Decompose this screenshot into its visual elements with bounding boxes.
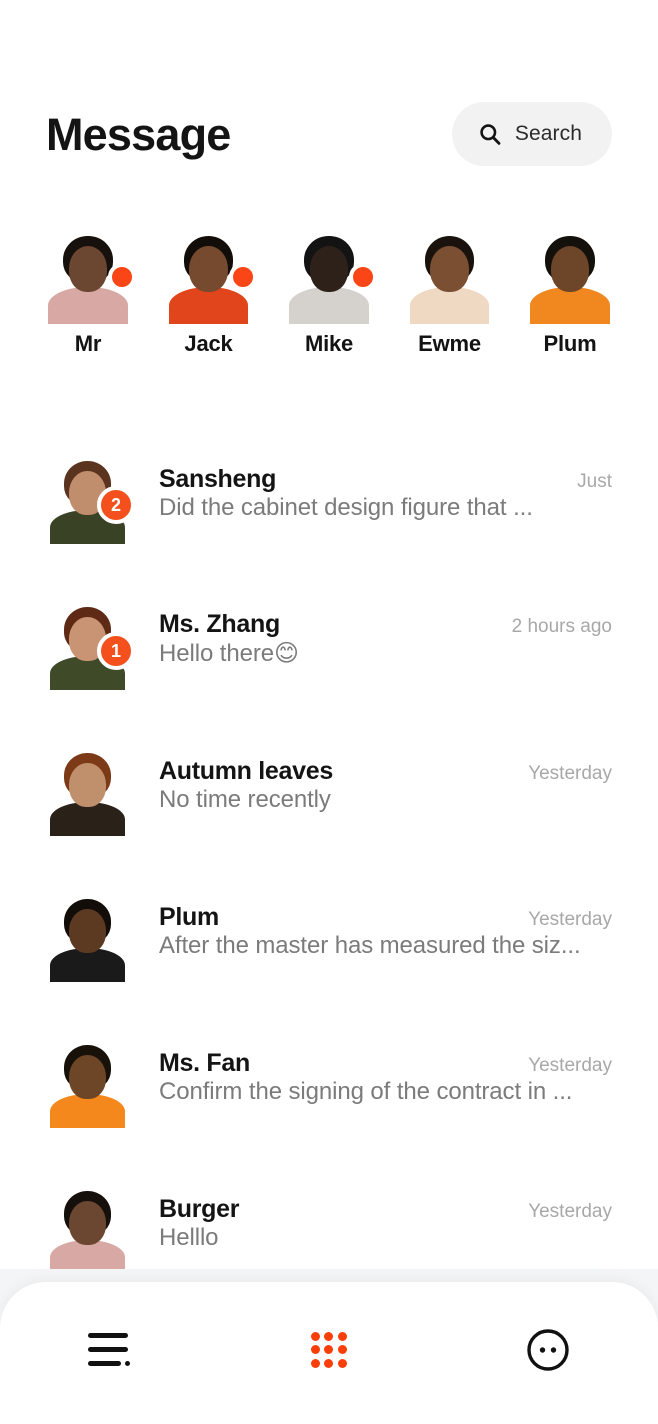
message-avatar-wrap bbox=[46, 1182, 129, 1275]
message-avatar-wrap: 1 bbox=[46, 598, 135, 691]
online-indicator bbox=[349, 263, 377, 291]
message-body: Ms. Zhang 2 hours ago Hello there😊 bbox=[159, 610, 612, 668]
message-avatar-wrap bbox=[46, 744, 129, 837]
stories-row: Mr Jack Mike Ewme Plum bbox=[0, 225, 658, 357]
contact-name: Ms. Fan bbox=[159, 1048, 250, 1077]
message-time: Yesterday bbox=[528, 762, 612, 784]
message-header: Sansheng Just bbox=[159, 465, 612, 494]
story-name: Jack bbox=[184, 331, 233, 356]
nav-item-apps[interactable] bbox=[219, 1320, 438, 1380]
contact-name: Plum bbox=[159, 902, 219, 931]
message-body: Burger Yesterday Helllo bbox=[159, 1195, 612, 1252]
message-preview: Helllo bbox=[159, 1223, 219, 1251]
story-name: Mike bbox=[304, 331, 354, 356]
story-item[interactable]: Mike bbox=[277, 225, 381, 357]
face-circle-icon bbox=[527, 1329, 570, 1371]
contact-name: Sansheng bbox=[159, 464, 277, 493]
message-preview: Did the cabinet design figure that ... bbox=[159, 493, 533, 521]
message-row[interactable]: 1 Ms. Zhang 2 hours ago Hello there😊 bbox=[0, 566, 658, 712]
message-avatar-wrap: 2 bbox=[46, 452, 135, 545]
contact-name: Ms. Zhang bbox=[159, 610, 280, 638]
message-preview: After the master has measured the siz... bbox=[159, 931, 581, 959]
message-time: Yesterday bbox=[528, 908, 612, 930]
story-item[interactable]: Mr bbox=[36, 225, 140, 357]
message-row[interactable]: Plum Yesterday After the master has meas… bbox=[0, 858, 658, 1004]
message-list: 2 Sansheng Just Did the cabinet design f… bbox=[0, 420, 658, 1296]
story-name: Plum bbox=[543, 331, 597, 356]
story-avatar-wrap bbox=[165, 225, 257, 324]
message-preview: No time recently bbox=[159, 785, 331, 813]
story-item[interactable]: Plum bbox=[518, 225, 622, 357]
message-time: 2 hours ago bbox=[511, 616, 612, 637]
nav-item-profile[interactable] bbox=[439, 1320, 658, 1380]
story-item[interactable]: Jack bbox=[157, 225, 261, 357]
search-button[interactable]: Search bbox=[451, 102, 612, 166]
nav-item-list[interactable] bbox=[0, 1320, 219, 1380]
story-avatar-wrap bbox=[526, 225, 614, 324]
online-indicator bbox=[228, 263, 257, 291]
unread-badge: 1 bbox=[97, 631, 135, 670]
unread-badge: 2 bbox=[97, 485, 135, 524]
message-body: Autumn leaves Yesterday No time recently bbox=[159, 757, 612, 814]
story-name: Ewme bbox=[418, 331, 481, 356]
message-row[interactable]: Ms. Fan Yesterday Confirm the signing of… bbox=[0, 1004, 658, 1150]
story-avatar-wrap bbox=[406, 225, 494, 324]
message-time: Just bbox=[577, 470, 612, 492]
contact-name: Autumn leaves bbox=[159, 756, 333, 785]
contact-name: Burger bbox=[159, 1194, 240, 1223]
message-avatar-wrap bbox=[46, 890, 129, 983]
message-header: Ms. Zhang 2 hours ago bbox=[159, 610, 612, 639]
message-body: Plum Yesterday After the master has meas… bbox=[159, 903, 612, 960]
message-row[interactable]: 2 Sansheng Just Did the cabinet design f… bbox=[0, 420, 658, 566]
message-header: Burger Yesterday bbox=[159, 1195, 612, 1224]
page-header: Message Search bbox=[0, 96, 658, 172]
message-body: Ms. Fan Yesterday Confirm the signing of… bbox=[159, 1049, 612, 1106]
message-row[interactable]: Autumn leaves Yesterday No time recently bbox=[0, 712, 658, 858]
message-avatar-wrap bbox=[46, 1036, 129, 1129]
message-time: Yesterday bbox=[528, 1054, 612, 1076]
message-preview: Confirm the signing of the contract in .… bbox=[159, 1077, 573, 1105]
message-preview: Hello there😊 bbox=[159, 640, 299, 667]
page-title: Message bbox=[46, 108, 231, 160]
bottom-navigation bbox=[0, 1282, 658, 1424]
story-avatar-wrap bbox=[44, 225, 136, 324]
message-time: Yesterday bbox=[528, 1200, 612, 1222]
message-header: Autumn leaves Yesterday bbox=[159, 757, 612, 786]
message-screen: Message Search Mr Jack Mike Ewme Plum 2 … bbox=[0, 0, 658, 1424]
online-indicator bbox=[108, 263, 136, 291]
story-name: Mr bbox=[74, 331, 102, 356]
grid-dots-icon bbox=[309, 1330, 349, 1370]
story-avatar-wrap bbox=[285, 225, 377, 324]
search-label: Search bbox=[514, 122, 582, 145]
list-icon bbox=[87, 1333, 132, 1367]
message-body: Sansheng Just Did the cabinet design fig… bbox=[159, 465, 612, 522]
story-item[interactable]: Ewme bbox=[398, 225, 502, 357]
message-header: Plum Yesterday bbox=[159, 903, 612, 932]
message-header: Ms. Fan Yesterday bbox=[159, 1049, 612, 1078]
search-icon bbox=[480, 124, 501, 145]
